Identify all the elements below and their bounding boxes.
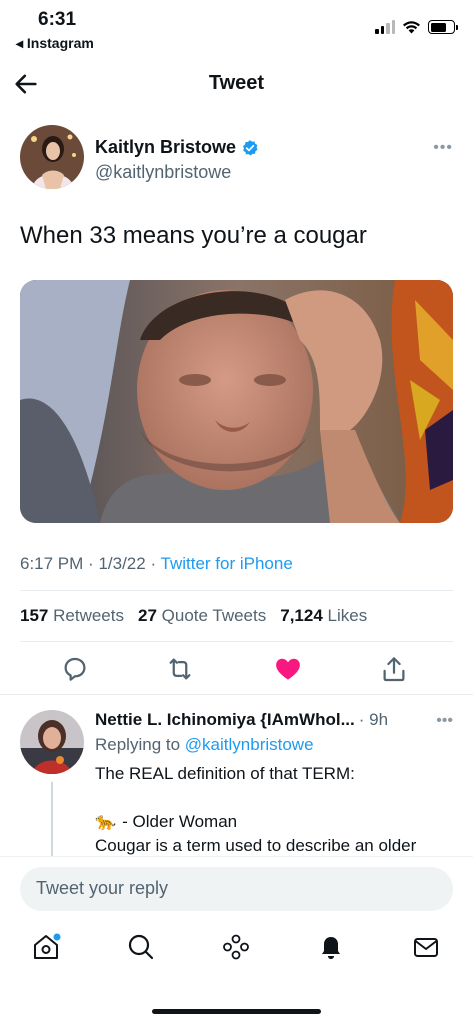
reply-author-row: Nettie L. Ichinomiya {IAmWhol... · 9h bbox=[95, 710, 453, 730]
mail-icon[interactable] bbox=[410, 931, 442, 963]
author-name-row[interactable]: Kaitlyn Bristowe bbox=[95, 137, 259, 158]
spaces-icon[interactable] bbox=[220, 931, 252, 963]
thread-line bbox=[51, 782, 53, 858]
quotes-stat[interactable]: 27 Quote Tweets bbox=[138, 606, 266, 626]
reply-text-line: The REAL definition of that TERM: bbox=[95, 764, 355, 783]
reply-time: · 9h bbox=[358, 710, 389, 729]
heart-icon[interactable] bbox=[273, 654, 303, 684]
author-name: Kaitlyn Bristowe bbox=[95, 137, 237, 157]
status-bar: 6:31 ◂ Instagram bbox=[0, 0, 473, 58]
tweet-media-image[interactable] bbox=[20, 280, 453, 523]
likes-count: 7,124 bbox=[280, 606, 323, 625]
status-time: 6:31 bbox=[38, 9, 77, 30]
battery-icon bbox=[428, 20, 458, 34]
reply-text: - Older Woman bbox=[122, 812, 238, 831]
status-icons bbox=[375, 20, 458, 34]
reply-input[interactable]: Tweet your reply bbox=[20, 867, 453, 911]
verified-badge-icon bbox=[243, 139, 258, 155]
bottom-tab-bar bbox=[0, 925, 473, 975]
home-icon[interactable] bbox=[30, 931, 62, 963]
retweets-label: Retweets bbox=[53, 606, 124, 625]
divider bbox=[0, 694, 473, 695]
share-icon[interactable] bbox=[379, 654, 409, 684]
retweets-stat[interactable]: 157 Retweets bbox=[20, 606, 124, 626]
reply-text-line: Cougar is a term used to describe an old… bbox=[95, 836, 417, 855]
likes-label: Likes bbox=[327, 606, 368, 625]
reply-body: Nettie L. Ichinomiya {IAmWhol... · 9h ••… bbox=[95, 710, 453, 856]
page-title: Tweet bbox=[208, 72, 265, 94]
more-horizontal-icon[interactable]: ••• bbox=[433, 139, 453, 157]
wifi-icon bbox=[403, 21, 420, 34]
likes-stat[interactable]: 7,124 Likes bbox=[280, 606, 367, 626]
back-to-app-link[interactable]: ◂ Instagram bbox=[16, 35, 94, 52]
quotes-label: Quote Tweets bbox=[161, 606, 267, 625]
divider bbox=[20, 590, 453, 591]
reply-tweet[interactable]: Nettie L. Ichinomiya {IAmWhol... · 9h ••… bbox=[20, 710, 453, 858]
reply-author-name[interactable]: Nettie L. Ichinomiya {IAmWhol... bbox=[95, 710, 355, 730]
reply-avatar[interactable] bbox=[20, 710, 84, 774]
more-horizontal-icon[interactable]: ••• bbox=[436, 712, 453, 730]
reply-composer-bar: Tweet your reply bbox=[0, 856, 473, 922]
leopard-emoji-icon: 🐆 bbox=[95, 812, 117, 831]
reply-icon[interactable] bbox=[60, 654, 90, 684]
home-indicator bbox=[152, 1009, 321, 1014]
replying-to: Replying to @kaitlynbristowe bbox=[95, 735, 453, 755]
replying-prefix: Replying to bbox=[95, 735, 181, 754]
tweet-time: 6:17 PM bbox=[20, 554, 84, 573]
tweet-actions bbox=[20, 654, 453, 688]
tweet-stats: 157 Retweets 27 Quote Tweets 7,124 Likes bbox=[20, 606, 453, 626]
retweets-count: 157 bbox=[20, 606, 49, 625]
tweet-date: 1/3/22 bbox=[98, 554, 146, 573]
meta-separator: · bbox=[150, 554, 161, 573]
tweet-text: When 33 means you’re a cougar bbox=[20, 222, 367, 249]
author-handle[interactable]: @kaitlynbristowe bbox=[95, 162, 231, 183]
reply-text-line: 🐆 - Older Woman bbox=[95, 812, 453, 832]
author-avatar[interactable] bbox=[20, 125, 84, 189]
tweet-author: Kaitlyn Bristowe @kaitlynbristowe ••• bbox=[20, 125, 453, 195]
tweet-client-link[interactable]: Twitter for iPhone bbox=[161, 554, 293, 573]
replying-mention[interactable]: @kaitlynbristowe bbox=[185, 735, 314, 754]
page-header: Tweet bbox=[0, 60, 473, 108]
tweet-meta: 6:17 PM · 1/3/22 · Twitter for iPhone bbox=[20, 554, 453, 574]
quotes-count: 27 bbox=[137, 606, 157, 625]
meta-separator: · bbox=[88, 554, 99, 573]
signal-icon bbox=[375, 20, 395, 34]
bell-icon[interactable] bbox=[315, 931, 347, 963]
divider bbox=[20, 641, 453, 642]
retweet-icon[interactable] bbox=[165, 654, 195, 684]
search-icon[interactable] bbox=[125, 931, 157, 963]
